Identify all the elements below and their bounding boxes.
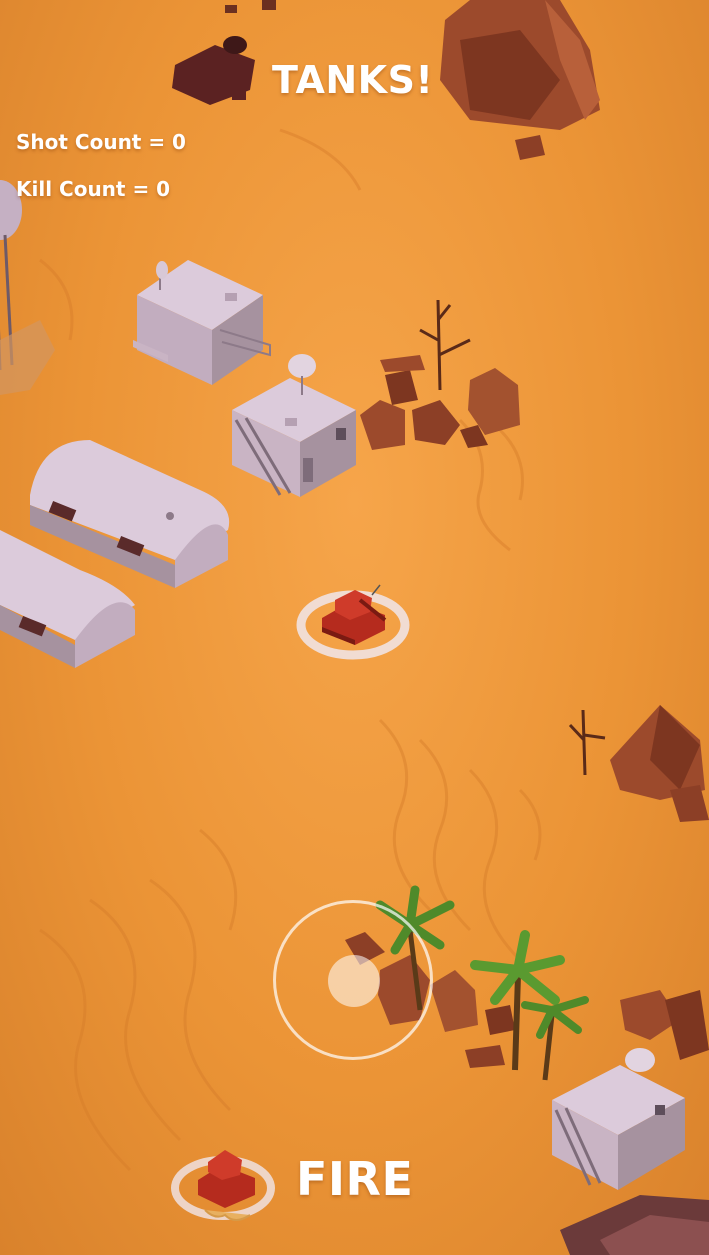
fire-button-label: FIRE xyxy=(296,1152,414,1206)
kill-count-label: Kill Count = 0 xyxy=(16,177,171,201)
game-title: TANKS! xyxy=(272,58,434,102)
rock-formation-top xyxy=(440,0,600,160)
building-bottom-right xyxy=(552,1048,685,1190)
player-tank xyxy=(296,584,410,660)
dead-tree-right xyxy=(568,709,606,776)
tank-wreck xyxy=(172,0,276,105)
corner-wreck xyxy=(560,1195,709,1255)
shot-count-label: Shot Count = 0 xyxy=(16,130,186,154)
building-lower xyxy=(232,354,356,497)
joystick-knob[interactable] xyxy=(328,955,380,1007)
rock-formation-right xyxy=(610,705,709,822)
dead-tree-mid xyxy=(419,299,471,391)
water-tower xyxy=(0,180,55,395)
building-upper xyxy=(133,260,271,385)
